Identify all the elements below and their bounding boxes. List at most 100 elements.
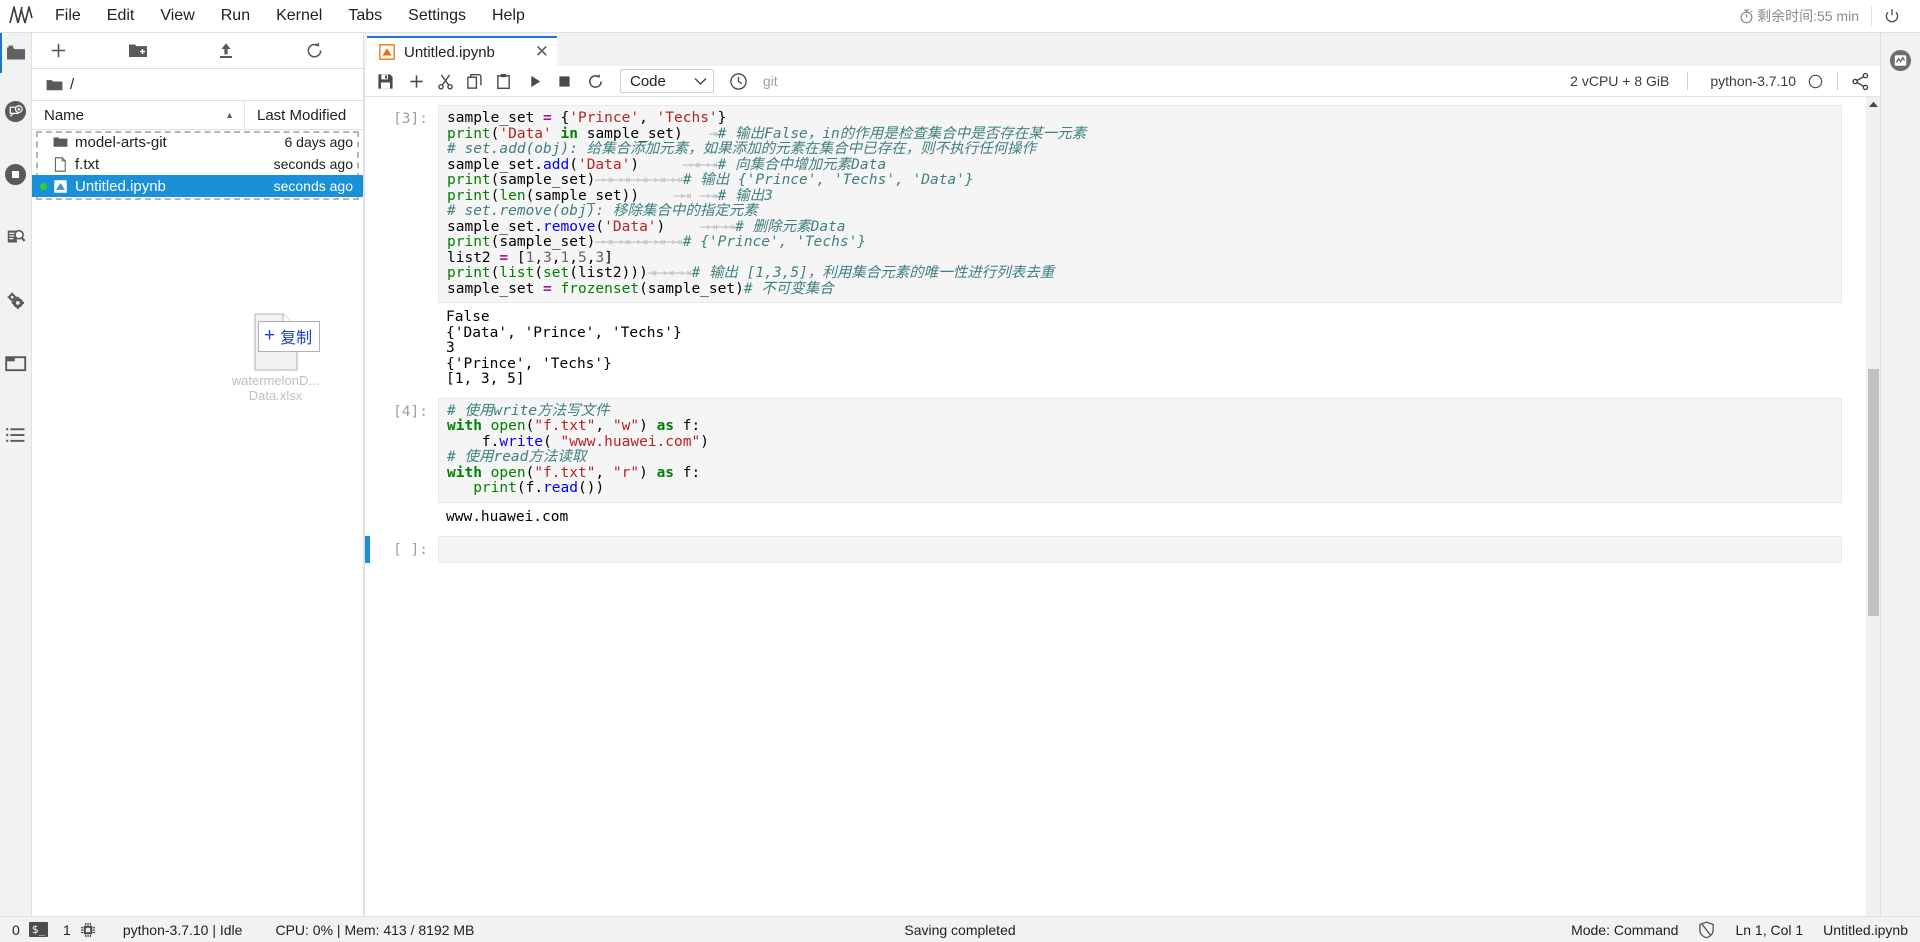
menu-file[interactable]: File [42, 2, 94, 30]
new-launcher-button[interactable] [36, 37, 80, 65]
code-token: f: [674, 464, 701, 481]
tab-untitled-ipynb[interactable]: Untitled.ipynb ✕ [367, 36, 557, 66]
refresh-file-list-button[interactable] [292, 37, 336, 65]
column-header-name[interactable]: Name ▲ [32, 101, 245, 129]
code-token: , [551, 249, 561, 266]
interrupt-kernel-button[interactable] [550, 69, 579, 94]
scroll-up-arrow-icon[interactable] [1867, 97, 1880, 111]
cell-list: [3]: sample_set = {'Prince', 'Techs'} prin… [365, 105, 1866, 563]
compute-spec-label: 2 vCPU + 8 GiB [1570, 73, 1670, 89]
power-button[interactable] [1871, 6, 1912, 26]
list-item[interactable]: f.txt seconds ago [32, 153, 363, 175]
insert-cell-button[interactable] [402, 69, 431, 94]
code-token: list2 [447, 249, 500, 266]
code-token: ⟶⇥⟶⇥⟶⇥⟶⇥⟶⇥ [595, 234, 683, 250]
menu-tabs[interactable]: Tabs [335, 2, 395, 30]
command-history-button[interactable] [724, 69, 753, 94]
code-token: "www.huawei.com" [560, 433, 701, 450]
code-token: # 删除元素Data [735, 218, 846, 235]
kernels-count[interactable]: 1 [57, 922, 71, 938]
close-icon[interactable]: ✕ [519, 42, 549, 62]
code-token: sample_set. [447, 218, 544, 235]
cell-input-editor[interactable]: sample_set = {'Prince', 'Techs'} print('D… [438, 105, 1842, 303]
status-bar-left: 0 $_ 1 python-3.7.10 | Idle CPU: 0% | Me… [12, 922, 480, 938]
sidebar-item-table-of-contents[interactable] [0, 410, 32, 460]
code-line: sample_set = frozenset(sample_set)# 不可变集… [447, 281, 1841, 298]
sidebar-item-file-browser[interactable] [0, 33, 32, 73]
code-token: (f. [516, 480, 544, 497]
notebook-scrollbar[interactable] [1866, 97, 1880, 916]
cell-prompt: [4]: [393, 403, 428, 420]
code-token: ⟶⇥⟶⇥⟶⇥⟶⇥⟶⇥ [595, 172, 683, 188]
column-header-last-modified-label: Last Modified [257, 106, 347, 124]
tab-title: Untitled.ipynb [404, 43, 495, 61]
running-indicator-dot [40, 182, 47, 190]
output-line: www.huawei.com [446, 508, 569, 525]
file-list: model-arts-git 6 days ago f.txt seconds … [32, 130, 363, 916]
code-token: (sample_set) [490, 234, 596, 250]
breadcrumb[interactable]: / [32, 69, 363, 101]
sidebar-item-modelarts[interactable] [0, 86, 32, 136]
code-token: ) [630, 156, 640, 173]
remaining-time-label: 剩余时间:55 min [1757, 8, 1859, 24]
sidebar-item-resource-monitor[interactable] [1885, 43, 1917, 77]
run-cell-button[interactable] [521, 69, 550, 94]
cell-input-editor[interactable] [438, 535, 1842, 563]
code-token: (sample_set)) [525, 187, 640, 204]
notebook-scroll-area[interactable]: [3]: sample_set = {'Prince', 'Techs'} prin… [365, 97, 1866, 916]
list-item[interactable]: Untitled.ipynb seconds ago [32, 175, 363, 197]
cell-type-value: Code [630, 72, 666, 90]
menu-view[interactable]: View [147, 2, 207, 30]
copy-cell-button[interactable] [460, 69, 489, 94]
code-token: ⟶⇥ ⟶⇥ [639, 187, 718, 204]
main-area: / Name ▲ Last Modified model-arts-git 6 … [0, 33, 1920, 916]
git-label[interactable]: git [763, 73, 778, 89]
menu-edit[interactable]: Edit [94, 2, 148, 30]
notebook-panel: Code git 2 vCPU + 8 GiB python-3.7.10 [3… [364, 66, 1880, 916]
jupyterlab-logo-icon [0, 4, 42, 28]
jupyterlab-app: File Edit View Run Kernel Tabs Settings … [0, 0, 1920, 942]
terminals-count[interactable]: 0 [12, 922, 20, 938]
output-line: [1, 3, 5] [446, 371, 525, 388]
notebook-cell[interactable]: [ ]: [365, 535, 1866, 563]
left-activity-bar [0, 33, 32, 916]
code-token: as [656, 418, 675, 435]
kernel-status-label: python-3.7.10 | Idle [122, 921, 243, 938]
upload-files-button[interactable] [204, 37, 248, 65]
code-token: # 使用write方法写文件 [447, 402, 610, 419]
share-icon[interactable] [1838, 72, 1870, 91]
restart-kernel-button[interactable] [581, 69, 610, 94]
cell-input-editor[interactable]: # 使用write方法写文件 with open("f.txt", "w") as… [438, 397, 1842, 503]
paste-cell-button[interactable] [489, 69, 518, 94]
cell-body [438, 535, 1842, 563]
save-button[interactable] [371, 69, 400, 94]
code-line: # set.add(obj): 给集合添加元素，如果添加的元素在集合中已存在，则… [447, 141, 1841, 158]
column-header-last-modified[interactable]: Last Modified [245, 107, 363, 124]
menu-run[interactable]: Run [208, 2, 263, 30]
new-folder-button[interactable] [116, 37, 160, 65]
kernel-name-label[interactable]: python-3.7.10 [1688, 73, 1808, 89]
sidebar-item-open-tabs[interactable] [0, 338, 32, 388]
timer-icon [1739, 8, 1754, 24]
active-file-label: Untitled.ipynb [1823, 921, 1908, 938]
sidebar-item-extension-manager[interactable] [0, 275, 32, 325]
code-token: "w" [612, 418, 640, 435]
output-line: 3 [446, 340, 455, 357]
code-token: = [499, 249, 509, 266]
notebook-cell[interactable]: [4]: # 使用write方法写文件 with open("f.txt", "w"… [365, 397, 1866, 534]
sidebar-item-document-search[interactable] [0, 212, 32, 262]
terminal-icon[interactable]: $_ [28, 922, 49, 937]
cut-cell-button[interactable] [431, 69, 460, 94]
sidebar-item-running-sessions[interactable] [0, 149, 32, 199]
menu-help[interactable]: Help [479, 2, 538, 30]
list-item[interactable]: model-arts-git 6 days ago [32, 131, 363, 153]
not-trusted-icon[interactable] [1698, 921, 1715, 939]
notebook-cell[interactable]: [3]: sample_set = {'Prince', 'Techs'} prin… [365, 105, 1866, 396]
scrollbar-thumb[interactable] [1868, 369, 1879, 616]
menu-kernel[interactable]: Kernel [263, 2, 335, 30]
menu-settings[interactable]: Settings [395, 2, 479, 30]
code-token: open [490, 464, 526, 481]
sort-ascending-icon: ▲ [225, 110, 234, 120]
cell-type-select[interactable]: Code [620, 69, 714, 93]
